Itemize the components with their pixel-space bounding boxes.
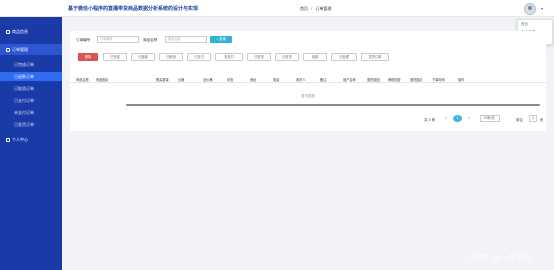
breadcrumb: 首页 / 订单管理	[300, 6, 332, 11]
column-header: 审核回复	[388, 78, 401, 82]
user-icon	[6, 138, 10, 142]
product-name-input[interactable]: 商品名称	[165, 36, 207, 43]
column-header: 电话	[273, 78, 280, 82]
page-unit: 页	[540, 118, 544, 122]
sidebar-subitem-refunded[interactable]: 已退款订单	[0, 72, 62, 81]
next-page-button[interactable]: >	[465, 115, 473, 122]
filter-cancelled-button[interactable]: 已取消	[159, 53, 183, 61]
column-header: 购买数量	[156, 78, 169, 82]
column-header: 价格	[178, 78, 185, 82]
page-size-select[interactable]: 10条/页	[480, 115, 500, 122]
breadcrumb-current: 订单管理	[315, 6, 332, 11]
dropdown-item-home[interactable]: 首页	[518, 20, 552, 28]
sidebar-item-orders[interactable]: 订单管理	[0, 44, 62, 55]
pagination-total: 共 0 条	[424, 118, 436, 122]
sidebar-item-label: 商品信息	[12, 29, 28, 34]
avatar[interactable]	[524, 3, 536, 15]
sidebar-subitem-cancelled[interactable]: 已取消订单	[0, 84, 62, 93]
grid-icon	[6, 48, 10, 52]
sidebar-subitem-shipped[interactable]: 已发货订单	[0, 120, 62, 129]
processed-button[interactable]: 已处理	[331, 53, 357, 61]
sidebar-item-label: 个人中心	[12, 137, 28, 142]
sidebar-subitem-unpaid[interactable]: 未支付订单	[0, 108, 62, 117]
app-title: 基于微信小程序的直播带货商品数据分析系统的设计与实现	[68, 6, 199, 12]
column-header: 地址	[250, 78, 257, 82]
filter-received-button[interactable]: 已收货	[275, 53, 299, 61]
filter-refunded-button[interactable]: 已退款	[131, 53, 155, 61]
column-header: 退货原因	[367, 78, 380, 82]
filter-unpaid-button[interactable]: 未支付	[215, 53, 243, 61]
filter-shipped-button[interactable]: 已发货	[247, 53, 271, 61]
ship-order-button[interactable]: 发货订单	[361, 53, 389, 61]
page-number[interactable]: 1	[453, 115, 462, 122]
sidebar: 主页 商品信息 订单管理 已完成订单 已退款订单 已取消订单 已支付订单 未支付…	[0, 0, 62, 270]
search-icon: ⌕	[216, 37, 219, 41]
search-button[interactable]: ⌕ 查询	[210, 36, 232, 43]
goto-input[interactable]: 1	[529, 115, 537, 122]
table-header: 商品名称 商品图片 购买数量 价格 总价格 状态 地址 电话 收货人 备注 用户…	[70, 75, 546, 83]
product-name-label: 商品名称	[143, 38, 158, 42]
column-header: 商品名称	[76, 78, 89, 82]
column-header: 状态	[227, 78, 234, 82]
column-header: 用户名称	[343, 78, 356, 82]
column-header: 总价格	[203, 78, 213, 82]
prev-page-button[interactable]: <	[442, 115, 450, 122]
column-header: 退货图片	[410, 78, 423, 82]
chevron-down-icon[interactable]: ▾	[541, 6, 543, 11]
batch-button[interactable]: 批量	[303, 53, 327, 61]
sidebar-item-profile[interactable]: 个人中心	[0, 134, 62, 145]
filter-paid-button[interactable]: 已支付	[187, 53, 211, 61]
breadcrumb-home[interactable]: 首页	[300, 6, 308, 11]
watermark: CSDN @一点毕设	[466, 253, 532, 262]
goto-label: 前往	[516, 118, 523, 122]
delete-button[interactable]: 删除	[78, 53, 98, 61]
column-header: 备注	[320, 78, 327, 82]
sidebar-subitem-completed[interactable]: 已完成订单	[0, 60, 62, 69]
topbar: 基于微信小程序的直播带货商品数据分析系统的设计与实现 首页 / 订单管理 ▾	[0, 0, 554, 17]
order-no-input[interactable]: 订单编号	[97, 36, 139, 43]
sidebar-subitem-paid[interactable]: 已支付订单	[0, 96, 62, 105]
column-header: 下单时间	[432, 78, 445, 82]
order-panel: 订单编号 订单编号 商品名称 商品名称 ⌕ 查询 删除 已完成 已退款 已取消 …	[70, 31, 546, 131]
sidebar-item-label: 订单管理	[12, 47, 28, 52]
column-header: 商品图片	[96, 78, 109, 82]
order-no-label: 订单编号	[76, 38, 91, 42]
column-header: 操作	[458, 78, 465, 82]
filter-completed-button[interactable]: 已完成	[103, 53, 127, 61]
horizontal-scrollbar[interactable]	[126, 104, 540, 106]
grid-icon	[6, 30, 10, 34]
empty-text: 暂无数据	[301, 94, 315, 98]
column-header: 收货人	[296, 78, 306, 82]
sidebar-item-products[interactable]: 商品信息	[0, 26, 62, 37]
